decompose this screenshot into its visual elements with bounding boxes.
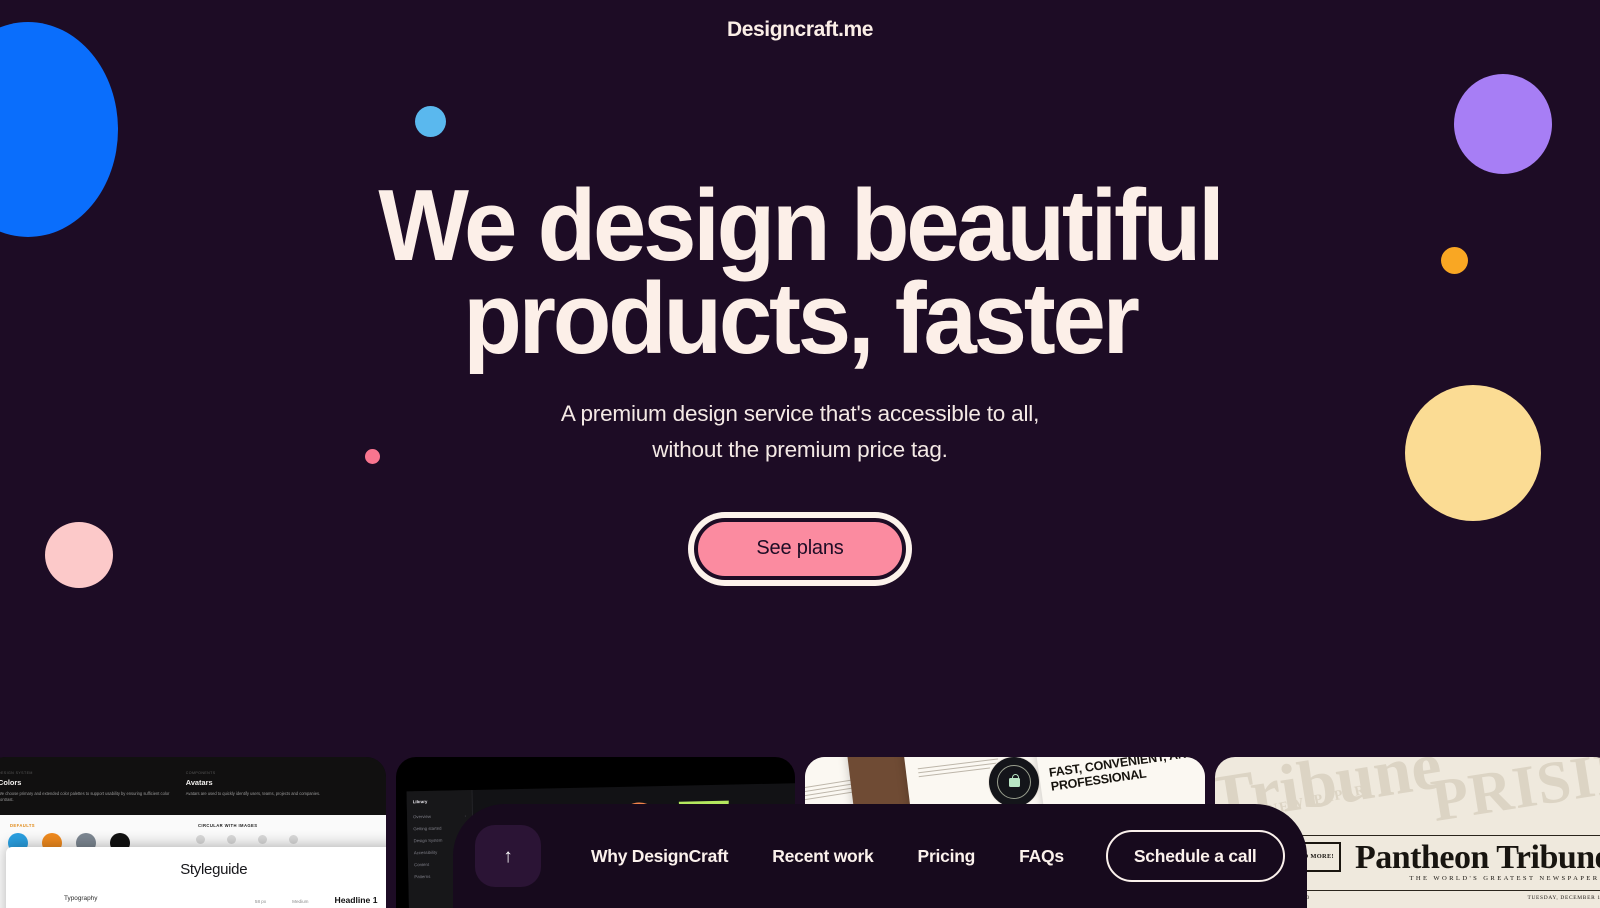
- type-size: 58 px: [254, 899, 267, 904]
- avatar: [289, 835, 298, 844]
- see-plans-button[interactable]: See plans: [688, 511, 912, 586]
- styleguide-colors-block: Design System Colors We choose primary a…: [0, 771, 186, 815]
- newspaper-tagline: THE WORLD'S GREATEST NEWSPAPER: [1409, 875, 1600, 883]
- newspaper-ghost-word-right: PRISIN: [1426, 757, 1600, 834]
- showcase-card-styleguide[interactable]: Design System Colors We choose primary a…: [0, 757, 386, 908]
- styleguide-swatch-label: DEFAULTS: [10, 823, 35, 828]
- styleguide-type-row: 58 px Medium Headline 1: [255, 895, 378, 905]
- purple-circle-decoration: [1454, 74, 1552, 174]
- newspaper-title: Pantheon Tribune: [1354, 839, 1600, 876]
- styleguide-colors-body: We choose primary and extended color pal…: [0, 791, 170, 803]
- styleguide-avatars-title: Avatars: [185, 778, 213, 787]
- lock-icon: [1008, 773, 1020, 787]
- styleguide-sheet-title: Styleguide: [180, 861, 248, 878]
- styleguide-avatars-eyebrow: Components: [185, 771, 216, 775]
- avatar: [196, 835, 205, 844]
- seal-ring: [997, 765, 1031, 799]
- schedule-a-call-button[interactable]: Schedule a call: [1105, 830, 1285, 882]
- styleguide-colors-title: Colors: [0, 778, 22, 787]
- hero-subheading-line-1: A premium design service that's accessib…: [560, 400, 1040, 426]
- hero-heading-line-2: products, faster: [463, 262, 1140, 375]
- nav-link-why-designcraft[interactable]: Why DesignCraft: [569, 846, 750, 867]
- floating-navigation-bar: ↑ Why DesignCraft Recent work Pricing FA…: [453, 804, 1307, 908]
- type-weight: Medium: [292, 899, 309, 904]
- page-title: We design beautiful products, faster: [373, 176, 1228, 370]
- styleguide-topbar: Design System Colors We choose primary a…: [0, 757, 386, 815]
- print-headline-main: FAST, CONVENIENT, AND PROFESSIONAL: [1048, 757, 1197, 794]
- site-title: Designcraft.me: [726, 18, 874, 41]
- hero-section: We design beautiful products, faster A p…: [0, 176, 1600, 586]
- type-sample: Headline 1: [334, 895, 378, 905]
- scroll-to-top-button[interactable]: ↑: [475, 825, 541, 887]
- see-plans-button-label: See plans: [694, 517, 906, 580]
- light-blue-dot-decoration: [415, 106, 446, 137]
- hero-cta-container: See plans: [0, 511, 1600, 586]
- nav-link-faqs[interactable]: FAQs: [997, 846, 1086, 867]
- styleguide-avatars-body: Avatars are used to quickly identify use…: [185, 791, 321, 796]
- nav-link-pricing[interactable]: Pricing: [896, 846, 998, 867]
- styleguide-avatars-block: Components Avatars Avatars are used to q…: [186, 771, 374, 815]
- styleguide-avatar-row: [196, 835, 298, 844]
- newspaper-date: TUESDAY, DECEMBER 1, 1931 · 32 PAGES: [1527, 895, 1600, 901]
- styleguide-avatar-label: CIRCULAR WITH IMAGES: [198, 823, 258, 828]
- styleguide-colors-eyebrow: Design System: [0, 771, 33, 775]
- styleguide-sheet-section: Typography: [64, 895, 98, 902]
- arrow-up-icon: ↑: [503, 845, 513, 867]
- avatar: [258, 835, 267, 844]
- product-sidebar-title: Library: [412, 798, 427, 805]
- product-sidebar-item[interactable]: Getting started›: [413, 825, 466, 831]
- hero-subheading: A premium design service that's accessib…: [0, 396, 1600, 468]
- chevron-right-icon: ›: [464, 813, 466, 819]
- styleguide-lower-panel: DEFAULTS CIRCULAR WITH IMAGES Styleguide: [0, 815, 386, 908]
- avatar: [227, 835, 236, 844]
- nav-link-recent-work[interactable]: Recent work: [750, 846, 895, 867]
- page-root: Designcraft.me We design beautiful produ…: [0, 0, 1600, 908]
- product-sidebar-item[interactable]: Overview ›: [413, 813, 466, 819]
- styleguide-sheet: Styleguide Typography 58 px Medium Headl…: [6, 847, 386, 908]
- hero-subheading-line-2: without the premium price tag.: [652, 436, 948, 462]
- secure-seal-icon: [991, 759, 1037, 805]
